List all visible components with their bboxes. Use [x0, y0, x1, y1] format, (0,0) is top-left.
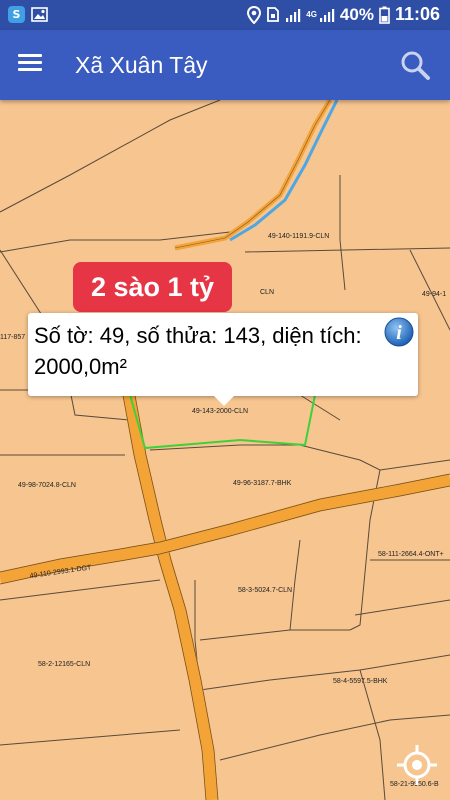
battery-percentage: 40% [339, 4, 374, 24]
parcel-boundary [359, 669, 386, 800]
parcel-label: 58-3-5024.7-CLN [238, 587, 292, 594]
page-title: Xã Xuân Tây [75, 52, 208, 78]
menu-button[interactable] [18, 50, 50, 80]
parcel-boundary [199, 629, 350, 641]
parcel-boundary [289, 539, 301, 631]
image-icon [31, 7, 48, 22]
parcel-label: 49-98-7024.8-CLN [18, 482, 76, 489]
map-canvas[interactable]: 49-140-1191.9-CLN CLN 49-94-1 117-857 49… [0, 100, 450, 800]
parcel-boundary [149, 444, 450, 471]
notification-icons: S [8, 6, 48, 23]
parcel-label: 117-857 [0, 334, 25, 341]
menu-icon [18, 54, 42, 57]
parcel-boundary [354, 599, 450, 616]
cadastral-map[interactable]: 49-140-1191.9-CLN CLN 49-94-1 117-857 49… [0, 100, 450, 800]
menu-icon-line [18, 61, 42, 64]
app-bar: Xã Xuân Tây [0, 30, 450, 100]
network-type-label: 4G [306, 9, 317, 19]
locate-icon[interactable] [395, 743, 439, 787]
s-app-icon: S [8, 6, 25, 23]
search-icon[interactable] [398, 48, 432, 82]
parcel-boundary [199, 654, 450, 691]
info-icon[interactable]: i [383, 316, 415, 348]
parcel-boundary [0, 579, 161, 601]
screen: S 4G 40% 11:06 Xã Xuân Tây 49-140-1191.9… [0, 0, 450, 800]
parcel-label: 49-96-3187.7-BHK [233, 480, 292, 487]
signal-icon [286, 8, 301, 22]
battery-icon [379, 6, 390, 24]
menu-icon-line [18, 68, 42, 71]
parcel-boundary [244, 247, 450, 253]
sim-icon [267, 7, 280, 22]
parcel-boundary [299, 394, 341, 421]
status-bar: S 4G 40% 11:06 [0, 0, 450, 30]
parcel-label: 49-140-1191.9-CLN [268, 233, 329, 240]
price-banner: 2 sào 1 tỷ [73, 262, 233, 312]
parcel-boundary [0, 729, 181, 746]
road-east-west [0, 473, 450, 585]
signal-icon-2 [319, 8, 335, 22]
location-pin-icon [247, 5, 262, 24]
svg-text:i: i [396, 322, 402, 344]
parcel-info-popup[interactable]: Số tờ: 49, số thửa: 143, diện tích: 2000… [28, 313, 418, 406]
system-icons: 4G 40% 11:06 [247, 4, 440, 25]
parcel-label: CLN [260, 289, 274, 296]
river [229, 100, 339, 242]
parcel-label: 49-94-1 [422, 291, 446, 298]
parcel-label: 49-143-2000-CLN [192, 408, 248, 415]
parcel-label: 58-4-5597.5-BHK [333, 678, 388, 685]
parcel-label: 58-111-2664.4-ONT+ [378, 551, 444, 558]
parcel-info-text: Số tờ: 49, số thửa: 143, diện tích: 2000… [34, 323, 362, 379]
clock: 11:06 [394, 4, 440, 24]
parcel-label: 58-2-12165-CLN [38, 661, 90, 668]
parcel-boundary [0, 100, 221, 213]
parcel-boundary [339, 175, 346, 291]
